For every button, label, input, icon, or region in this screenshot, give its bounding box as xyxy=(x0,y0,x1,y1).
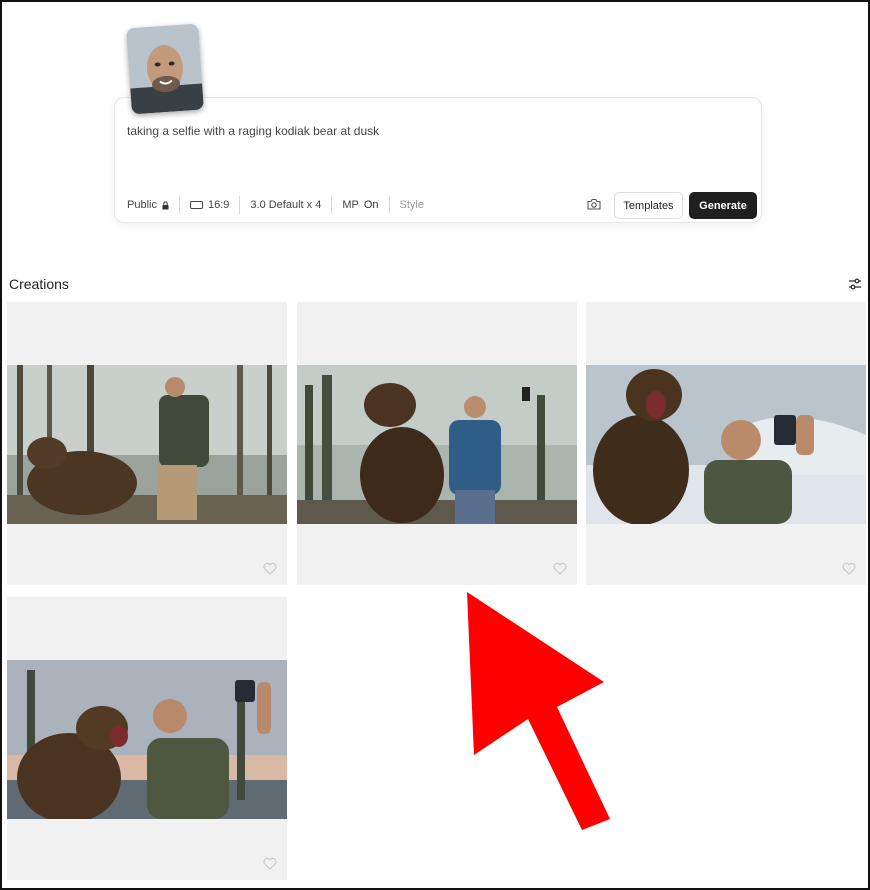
creation-tile[interactable] xyxy=(7,597,287,880)
favorite-heart-icon[interactable] xyxy=(263,857,277,870)
reference-face-avatar[interactable] xyxy=(126,23,204,115)
model-value: 3.0 Default x 4 xyxy=(250,199,322,211)
creation-tile[interactable] xyxy=(586,302,866,585)
mp-value: On xyxy=(363,199,379,211)
camera-icon[interactable] xyxy=(587,198,601,210)
visibility-label: Public xyxy=(127,199,157,211)
creation-tile[interactable] xyxy=(7,302,287,585)
prompt-options-bar: Public 16:9 3.0 Default x 4 MP On Style xyxy=(127,196,434,214)
screenshot-frame: taking a selfie with a raging kodiak bea… xyxy=(0,0,870,890)
templates-button[interactable]: Templates xyxy=(614,192,683,219)
creation-tile[interactable] xyxy=(297,302,577,585)
creation-image xyxy=(7,365,287,524)
lock-icon xyxy=(162,200,169,209)
generate-button[interactable]: Generate xyxy=(689,192,757,219)
aspect-ratio-icon xyxy=(189,201,203,209)
favorite-heart-icon[interactable] xyxy=(842,562,856,575)
prompt-input[interactable]: taking a selfie with a raging kodiak bea… xyxy=(127,124,379,138)
mp-label: MP xyxy=(342,199,359,211)
mp-toggle[interactable]: MP On xyxy=(331,196,388,214)
style-select[interactable]: Style xyxy=(388,196,434,214)
avatar-photo xyxy=(126,23,204,115)
creation-image xyxy=(586,365,866,524)
aspect-ratio-value: 16:9 xyxy=(207,199,230,211)
creation-image xyxy=(7,660,287,819)
favorite-heart-icon[interactable] xyxy=(553,562,567,575)
red-arrow-annotation-icon xyxy=(467,592,610,830)
filter-settings-icon[interactable] xyxy=(847,276,863,292)
model-select[interactable]: 3.0 Default x 4 xyxy=(239,196,331,214)
style-label: Style xyxy=(399,199,424,211)
creations-heading: Creations xyxy=(9,276,69,292)
visibility-toggle[interactable]: Public xyxy=(127,196,179,214)
favorite-heart-icon[interactable] xyxy=(263,562,277,575)
prompt-card: taking a selfie with a raging kodiak bea… xyxy=(114,97,762,223)
creation-image xyxy=(297,365,577,524)
aspect-ratio-select[interactable]: 16:9 xyxy=(178,196,239,214)
